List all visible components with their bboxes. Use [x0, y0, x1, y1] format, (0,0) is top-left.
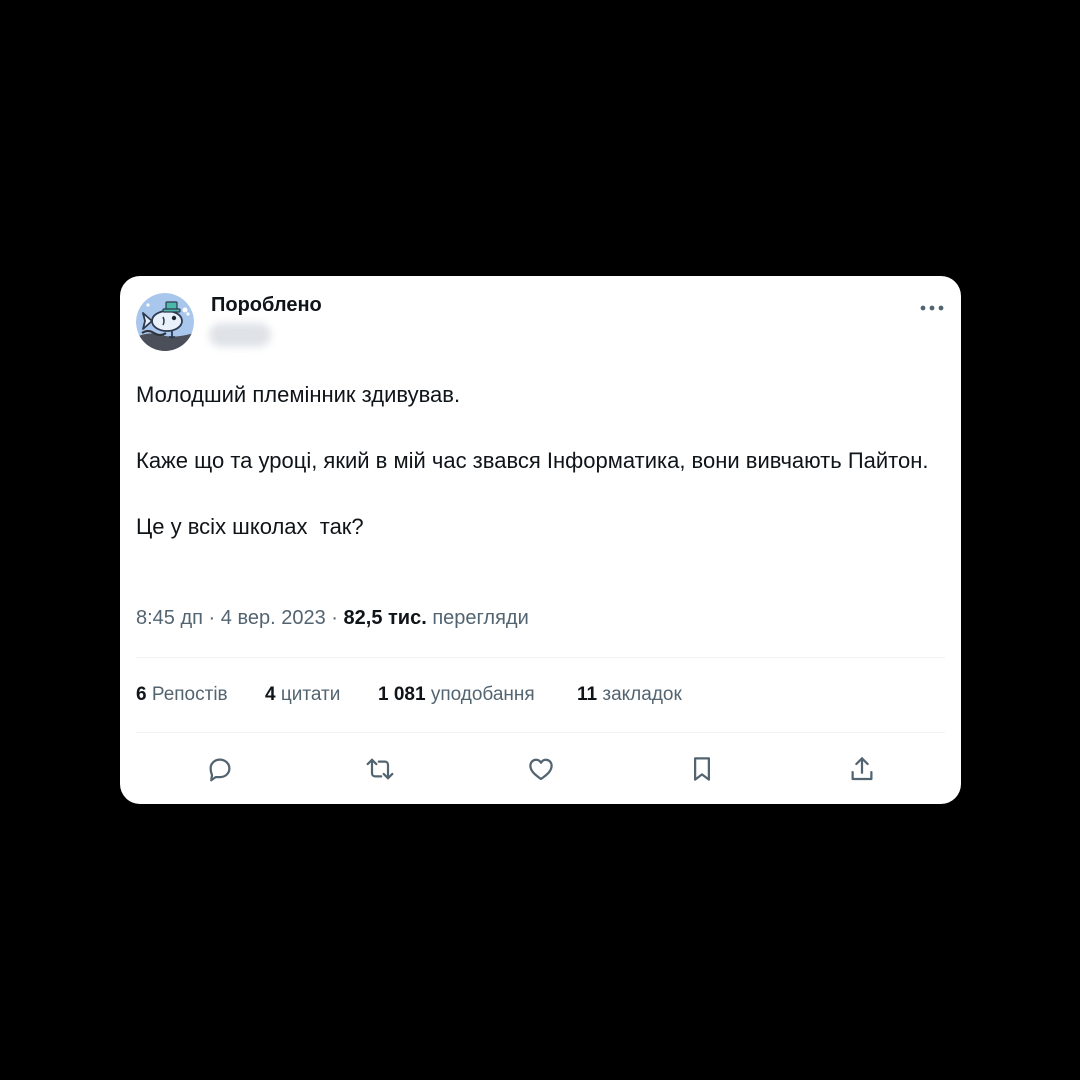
tweet-date[interactable]: 4 вер. 2023	[221, 607, 326, 629]
meta-separator: ·	[208, 607, 216, 629]
tweet-time[interactable]: 8:45 дп	[136, 607, 203, 629]
reposts-count: 6	[136, 684, 147, 705]
author-handle-blurred	[209, 323, 271, 347]
views-label: перегляди	[432, 607, 529, 629]
stat-quotes[interactable]: 4 цитати	[265, 684, 340, 706]
bookmarks-label: закладок	[602, 684, 682, 705]
more-options-button[interactable]	[916, 294, 948, 322]
action-bar	[120, 751, 961, 787]
stat-likes[interactable]: 1 081 уподобання	[378, 684, 535, 706]
likes-label: уподобання	[430, 684, 535, 705]
retweet-icon	[366, 758, 394, 780]
reposts-label: Репостів	[151, 684, 228, 705]
likes-count: 1 081	[378, 684, 426, 705]
divider	[136, 732, 945, 733]
share-button[interactable]	[844, 751, 880, 787]
like-button[interactable]	[523, 751, 559, 787]
tweet-card: Пороблено Молодший племінник здивував. К…	[120, 276, 961, 804]
tweet-text: Молодший племінник здивував. Каже що та …	[136, 378, 936, 543]
views-count: 82,5 тис.	[343, 607, 427, 629]
reply-button[interactable]	[202, 751, 238, 787]
bookmark-button[interactable]	[684, 751, 720, 787]
divider	[136, 657, 945, 658]
reply-icon	[209, 758, 231, 782]
tweet-paragraph: Каже що та уроці, який в мій час звався …	[136, 448, 929, 473]
tweet-paragraph: Це у всіх школах так?	[136, 514, 364, 539]
tweet-meta: 8:45 дп · 4 вер. 2023 · 82,5 тис. перегл…	[136, 607, 529, 630]
retweet-button[interactable]	[362, 751, 398, 787]
share-icon	[851, 757, 873, 781]
tweet-paragraph: Молодший племінник здивував.	[136, 382, 461, 407]
avatar[interactable]	[136, 293, 194, 351]
like-icon	[529, 758, 553, 781]
stat-reposts[interactable]: 6 Репостів	[136, 684, 228, 706]
quotes-count: 4	[265, 684, 276, 705]
meta-separator: ·	[331, 607, 338, 629]
author-name[interactable]: Пороблено	[211, 294, 322, 317]
fish-icon	[136, 293, 194, 351]
stat-bookmarks[interactable]: 11 закладок	[577, 684, 682, 706]
bookmarks-count: 11	[577, 684, 598, 705]
more-icon	[920, 305, 944, 311]
quotes-label: цитати	[280, 684, 341, 705]
bookmark-icon	[694, 757, 710, 781]
